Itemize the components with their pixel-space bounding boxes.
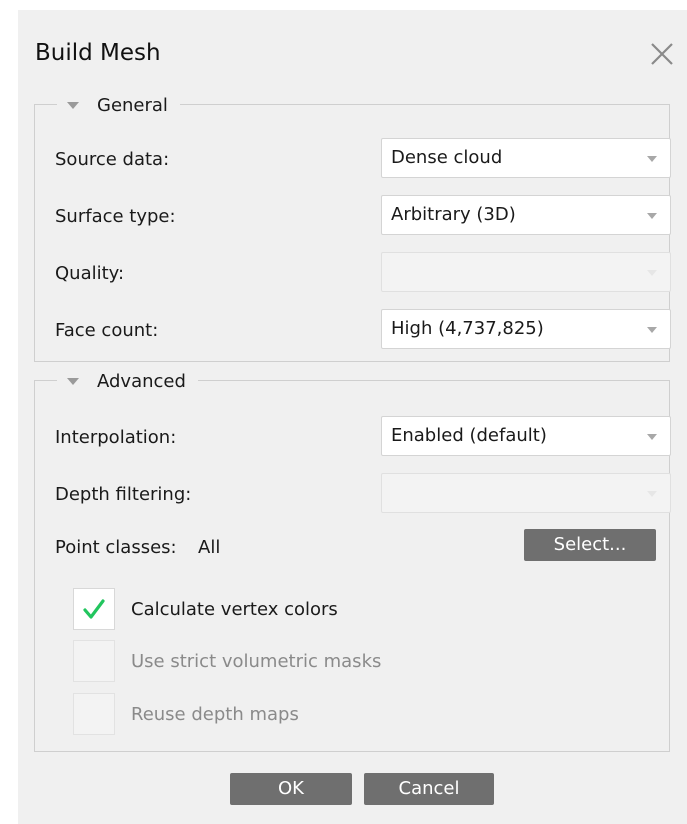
dialog-title: Build Mesh [35,40,161,66]
reuse-depth-maps-row: Reuse depth maps [73,693,299,735]
depth-filtering-select [381,473,671,513]
collapse-triangle-icon [67,377,79,385]
chevron-down-icon [647,213,657,219]
point-classes-label: Point classes: [55,537,177,558]
advanced-group-header[interactable]: Advanced [57,367,198,395]
select-point-classes-button[interactable]: Select... [524,529,656,561]
strict-volumetric-masks-checkbox [73,640,115,682]
quality-label: Quality: [55,263,125,284]
checkmark-icon [83,599,105,619]
collapse-triangle-icon [67,101,79,109]
reuse-depth-maps-label: Reuse depth maps [131,703,299,725]
interpolation-value: Enabled (default) [391,425,547,446]
point-classes-value: All [198,537,221,558]
calculate-vertex-colors-label: Calculate vertex colors [131,598,338,620]
surface-type-value: Arbitrary (3D) [391,204,516,225]
close-icon[interactable] [646,38,678,70]
chevron-down-icon [647,156,657,162]
chevron-down-icon [647,270,657,276]
surface-type-label: Surface type: [55,206,176,227]
chevron-down-icon [647,327,657,333]
advanced-group: Advanced Interpolation: Enabled (default… [34,367,671,752]
general-group-label: General [97,94,168,116]
build-mesh-dialog: Build Mesh General Source data: Dense cl… [18,10,687,824]
depth-filtering-label: Depth filtering: [55,484,192,505]
strict-volumetric-masks-row: Use strict volumetric masks [73,640,381,682]
interpolation-label: Interpolation: [55,427,177,448]
face-count-value: High (4,737,825) [391,318,544,339]
interpolation-select[interactable]: Enabled (default) [381,416,671,456]
source-data-value: Dense cloud [391,147,503,168]
advanced-group-label: Advanced [97,370,186,392]
calculate-vertex-colors-checkbox[interactable] [73,588,115,630]
ok-button[interactable]: OK [230,773,352,805]
quality-select [381,252,671,292]
face-count-select[interactable]: High (4,737,825) [381,309,671,349]
surface-type-select[interactable]: Arbitrary (3D) [381,195,671,235]
reuse-depth-maps-checkbox [73,693,115,735]
face-count-label: Face count: [55,320,159,341]
calculate-vertex-colors-row: Calculate vertex colors [73,588,338,630]
strict-volumetric-masks-label: Use strict volumetric masks [131,650,382,672]
cancel-button[interactable]: Cancel [364,773,494,805]
chevron-down-icon [647,491,657,497]
general-group-header[interactable]: General [57,91,180,119]
general-group: General Source data: Dense cloud Surface… [34,91,671,362]
chevron-down-icon [647,434,657,440]
source-data-select[interactable]: Dense cloud [381,138,671,178]
source-data-label: Source data: [55,149,170,170]
